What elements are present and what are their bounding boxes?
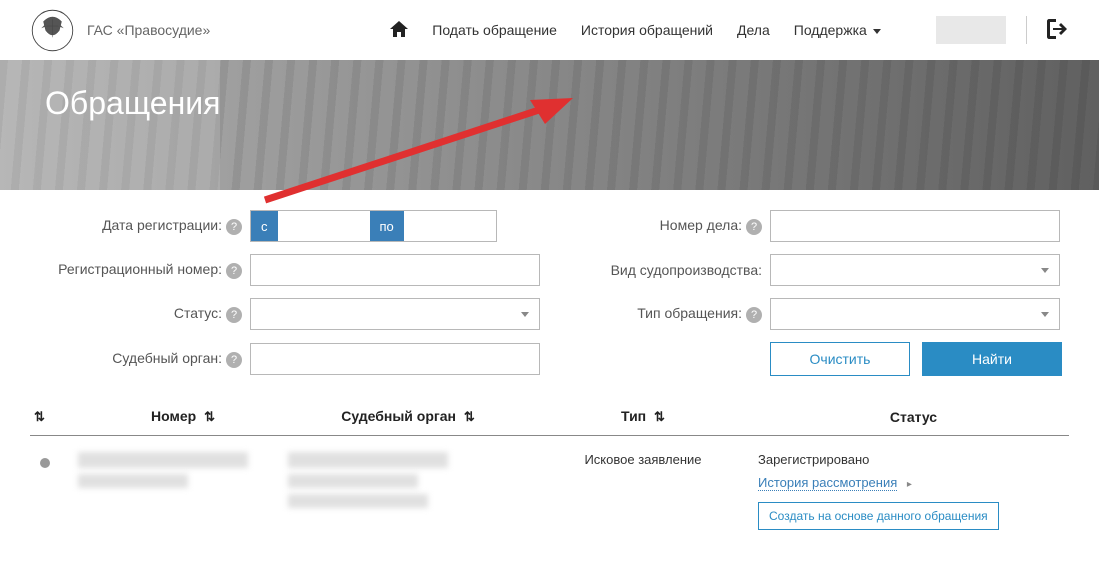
help-icon[interactable]: ? bbox=[746, 219, 762, 235]
banner: Обращения bbox=[0, 60, 1099, 190]
logo-area: ГАС «Правосудие» bbox=[30, 8, 210, 53]
court-input[interactable] bbox=[250, 343, 540, 375]
home-icon bbox=[390, 21, 408, 37]
reg-num-input[interactable] bbox=[250, 254, 540, 286]
cell-court bbox=[288, 452, 528, 530]
history-link[interactable]: История рассмотрения bbox=[758, 475, 897, 491]
reg-date-label: Дата регистрации:? bbox=[30, 217, 250, 234]
table-header: ⇅ Номер ⇅ Судебный орган ⇅ Тип ⇅ Статус bbox=[30, 398, 1069, 436]
help-icon[interactable]: ? bbox=[226, 352, 242, 368]
help-icon[interactable]: ? bbox=[226, 219, 242, 235]
header-right bbox=[936, 16, 1069, 44]
clear-button[interactable]: Очистить bbox=[770, 342, 910, 376]
nav-cases[interactable]: Дела bbox=[737, 22, 770, 38]
help-icon[interactable]: ? bbox=[226, 263, 242, 279]
emblem-icon bbox=[30, 8, 75, 53]
case-num-input[interactable] bbox=[770, 210, 1060, 242]
th-court[interactable]: Судебный орган ⇅ bbox=[288, 408, 528, 425]
site-title: ГАС «Правосудие» bbox=[87, 22, 210, 38]
proc-type-label: Вид судопроизводства: bbox=[570, 262, 770, 278]
status-label: Статус:? bbox=[30, 305, 250, 322]
nav-history[interactable]: История обращений bbox=[581, 22, 713, 38]
help-icon[interactable]: ? bbox=[226, 307, 242, 323]
logout-icon bbox=[1047, 19, 1069, 39]
page-title: Обращения bbox=[45, 85, 220, 122]
status-dot-icon bbox=[40, 458, 50, 468]
date-to-input[interactable] bbox=[404, 211, 496, 241]
th-type[interactable]: Тип ⇅ bbox=[528, 408, 758, 425]
appeal-type-label: Тип обращения:? bbox=[570, 305, 770, 322]
date-from-input[interactable] bbox=[278, 211, 370, 241]
proc-type-select[interactable] bbox=[770, 254, 1060, 286]
divider bbox=[1026, 16, 1027, 44]
logout-button[interactable] bbox=[1047, 19, 1069, 42]
filters-panel: Дата регистрации:? с по Номер дела:? Рег… bbox=[0, 190, 1099, 398]
nav-submit[interactable]: Подать обращение bbox=[432, 22, 557, 38]
cell-number bbox=[78, 452, 288, 530]
status-select[interactable] bbox=[250, 298, 540, 330]
nav-home[interactable] bbox=[390, 21, 408, 40]
court-label: Судебный орган:? bbox=[30, 350, 250, 367]
reg-date-range: с по bbox=[250, 210, 497, 242]
main-nav: Подать обращение История обращений Дела … bbox=[390, 21, 881, 40]
table-row: Исковое заявление Зарегистрировано Истор… bbox=[30, 436, 1069, 546]
date-from-tag: с bbox=[251, 211, 278, 241]
find-button[interactable]: Найти bbox=[922, 342, 1062, 376]
status-text: Зарегистрировано bbox=[758, 452, 1069, 467]
cell-status: Зарегистрировано История рассмотрения ▸ … bbox=[758, 452, 1069, 530]
results-table: ⇅ Номер ⇅ Судебный орган ⇅ Тип ⇅ Статус … bbox=[0, 398, 1099, 576]
date-to-tag: по bbox=[370, 211, 404, 241]
case-num-label: Номер дела:? bbox=[570, 217, 770, 234]
user-name-placeholder bbox=[936, 16, 1006, 44]
reg-num-label: Регистрационный номер:? bbox=[30, 261, 250, 278]
top-header: ГАС «Правосудие» Подать обращение Истори… bbox=[0, 0, 1099, 60]
th-number[interactable]: Номер ⇅ bbox=[78, 408, 288, 425]
appeal-type-select[interactable] bbox=[770, 298, 1060, 330]
help-icon[interactable]: ? bbox=[746, 307, 762, 323]
th-status: Статус bbox=[758, 409, 1069, 425]
create-from-button[interactable]: Создать на основе данного обращения bbox=[758, 502, 999, 530]
cell-type: Исковое заявление bbox=[528, 452, 758, 530]
nav-support[interactable]: Поддержка bbox=[794, 22, 881, 38]
th-sort[interactable]: ⇅ bbox=[30, 408, 78, 425]
chevron-right-icon: ▸ bbox=[907, 479, 912, 490]
